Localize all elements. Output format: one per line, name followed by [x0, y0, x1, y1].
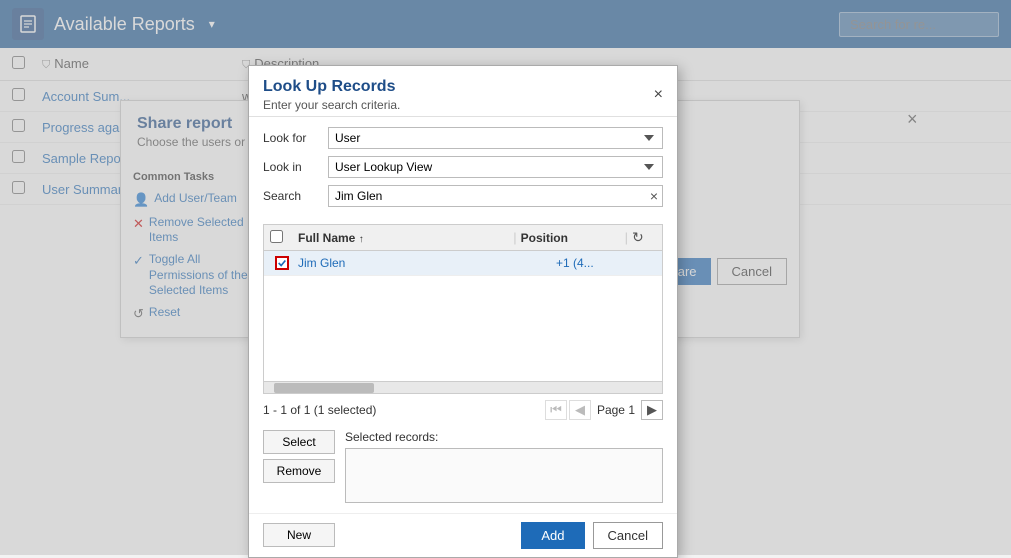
refresh-icon[interactable]: ↻: [632, 229, 656, 246]
remove-button[interactable]: Remove: [263, 459, 335, 483]
next-page-button[interactable]: ▶: [641, 400, 663, 420]
search-label: Search: [263, 189, 328, 203]
search-row: Search ×: [263, 185, 663, 207]
look-in-label: Look in: [263, 160, 328, 174]
page-label: Page 1: [597, 403, 635, 417]
column-divider: |: [513, 230, 516, 245]
position-column-header: Position: [521, 231, 621, 245]
result-checkbox[interactable]: [275, 256, 289, 270]
look-for-select[interactable]: User Team: [328, 127, 663, 149]
lookup-side-buttons: Select Remove: [263, 430, 335, 483]
lookup-footer: New Add Cancel: [249, 513, 677, 557]
full-name-column-header[interactable]: Full Name ↑: [294, 231, 509, 245]
search-input[interactable]: [329, 186, 646, 206]
results-area: Full Name ↑ | Position | ↻ Jim Glen +1 (…: [263, 224, 663, 394]
result-checkbox-wrap: [270, 256, 294, 270]
header-checkbox-col: [270, 230, 294, 246]
sort-arrow-icon: ↑: [359, 234, 364, 245]
scrollbar-thumb[interactable]: [274, 383, 374, 393]
lookup-subtitle: Enter your search criteria.: [263, 98, 400, 112]
select-button[interactable]: Select: [263, 430, 335, 454]
results-header: Full Name ↑ | Position | ↻: [264, 225, 662, 251]
lookup-form: Look for User Team Look in User Lookup V…: [249, 117, 677, 224]
close-lookup-button[interactable]: ×: [654, 86, 663, 104]
new-button[interactable]: New: [263, 523, 335, 547]
selected-records-box: [345, 448, 663, 503]
look-in-row: Look in User Lookup View All Users: [263, 156, 663, 178]
pagination-bar: 1 - 1 of 1 (1 selected) ⏮ ◀ Page 1 ▶: [249, 394, 677, 426]
look-for-label: Look for: [263, 131, 328, 145]
search-input-wrap: ×: [328, 185, 663, 207]
result-name[interactable]: Jim Glen: [294, 256, 556, 270]
lookup-records-dialog: Look Up Records Enter your search criter…: [248, 65, 678, 558]
result-row: Jim Glen +1 (4...: [264, 251, 662, 276]
clear-search-button[interactable]: ×: [646, 188, 662, 204]
lookup-title: Look Up Records: [263, 78, 400, 96]
horizontal-scrollbar[interactable]: [264, 381, 662, 393]
look-in-select[interactable]: User Lookup View All Users: [328, 156, 663, 178]
selected-records-label: Selected records:: [345, 430, 663, 444]
pagination-summary: 1 - 1 of 1 (1 selected): [263, 403, 376, 417]
lookup-bottom-section: Select Remove Selected records:: [249, 426, 677, 513]
look-for-row: Look for User Team: [263, 127, 663, 149]
cancel-lookup-button[interactable]: Cancel: [593, 522, 663, 549]
result-phone: +1 (4...: [556, 256, 656, 270]
results-select-all[interactable]: [270, 230, 283, 243]
add-button[interactable]: Add: [521, 522, 584, 549]
page-navigation: ⏮ ◀ Page 1 ▶: [545, 400, 663, 420]
column-divider-2: |: [625, 230, 628, 245]
results-scroll-area: Jim Glen +1 (4...: [264, 251, 662, 381]
prev-page-button[interactable]: ◀: [569, 400, 591, 420]
first-page-button[interactable]: ⏮: [545, 400, 567, 420]
lookup-dialog-header: Look Up Records Enter your search criter…: [249, 66, 677, 117]
